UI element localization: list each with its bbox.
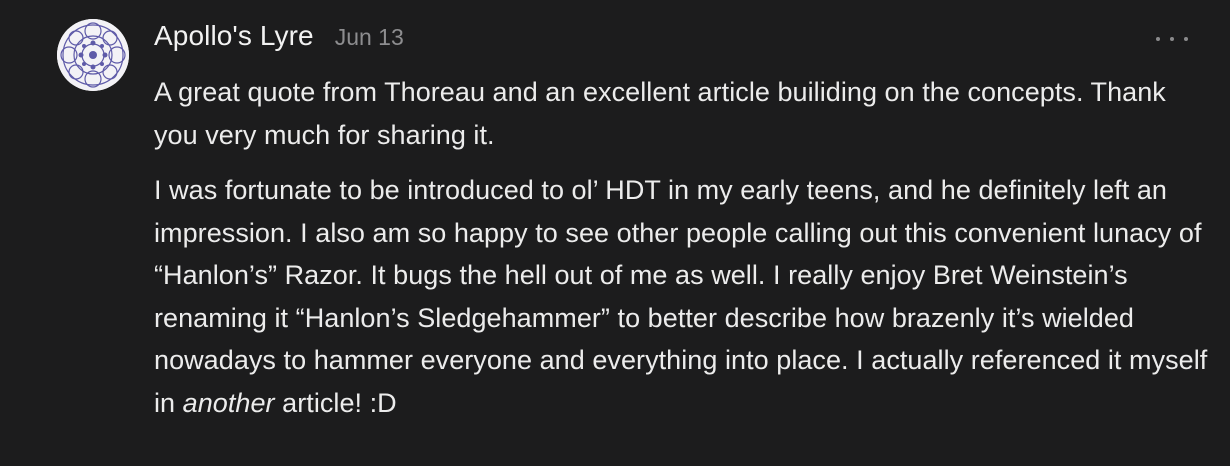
comment: Apollo's Lyre Jun 13 A great quote from … [0, 0, 1230, 466]
more-horizontal-icon [1170, 37, 1174, 41]
comment-paragraph: I was fortunate to be introduced to ol’ … [154, 169, 1214, 424]
author-name[interactable]: Apollo's Lyre [154, 20, 314, 52]
avatar-pattern-icon [57, 19, 129, 91]
more-horizontal-icon [1184, 37, 1188, 41]
avatar[interactable] [57, 19, 129, 91]
comment-header: Apollo's Lyre Jun 13 [154, 20, 404, 64]
comment-text: article! :D [274, 387, 397, 418]
comment-body: A great quote from Thoreau and an excell… [154, 71, 1214, 424]
comment-text: I was fortunate to be introduced to ol’ … [154, 175, 1208, 418]
emphasis-text: another [182, 387, 275, 418]
comment-paragraph: A great quote from Thoreau and an excell… [154, 77, 1166, 150]
more-options-button[interactable] [1156, 30, 1188, 48]
more-horizontal-icon [1156, 37, 1160, 41]
comment-date[interactable]: Jun 13 [335, 24, 404, 51]
